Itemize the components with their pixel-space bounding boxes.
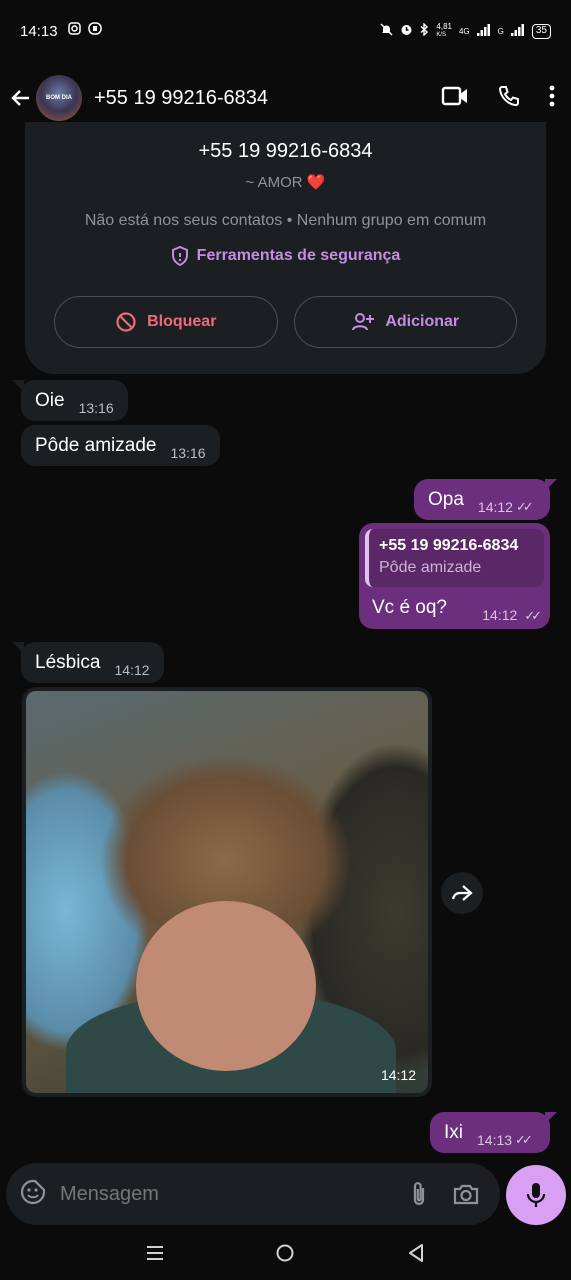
net-speed: 4,81 — [436, 22, 452, 31]
message-text: Oie — [35, 389, 65, 411]
paperclip-icon — [413, 1182, 425, 1206]
add-contact-label: Adicionar — [385, 313, 460, 330]
forward-icon — [451, 885, 473, 901]
mute-icon — [380, 23, 393, 39]
battery-indicator: 35 — [531, 23, 551, 39]
camera-icon — [453, 1184, 479, 1205]
read-receipt-icon: ✓✓ — [515, 1131, 533, 1147]
message-text: Vc é oq? — [372, 597, 447, 618]
info-about: ~ AMOR ❤️ — [245, 174, 326, 191]
message-time: 14:13 — [477, 1131, 513, 1148]
message-time: 13:16 — [78, 399, 114, 416]
microphone-icon — [526, 1183, 546, 1207]
contact-info-card: +55 19 99216-6834 ~ AMOR ❤️ Não está nos… — [25, 122, 546, 374]
signal-icon — [476, 23, 491, 39]
quoted-text: Pôde amizade — [379, 559, 482, 576]
photo-image[interactable]: 14:12 — [26, 691, 428, 1093]
status-bar: 14:13 4,81 K/S 4G G 35 — [0, 0, 571, 62]
network-type-2: G — [497, 26, 504, 36]
message-input[interactable] — [60, 1182, 386, 1206]
quoted-author: +55 19 99216-6834 — [379, 537, 519, 554]
net-unit: K/S — [436, 32, 447, 38]
message-in[interactable]: Lésbica 14:12 — [21, 642, 164, 683]
message-out[interactable]: Ixi 14:13 ✓✓ — [430, 1112, 550, 1153]
sticker-icon — [20, 1179, 46, 1204]
message-in[interactable]: Pôde amizade 13:16 — [21, 425, 220, 466]
message-time: 14:12 — [477, 498, 513, 515]
triangle-back-icon — [409, 1243, 424, 1262]
message-time: 14:12 — [482, 607, 518, 623]
menu-icon — [146, 1245, 163, 1260]
quoted-message[interactable]: +55 19 99216-6834 Pôde amizade — [365, 529, 544, 587]
message-text: Ixi — [444, 1121, 463, 1143]
message-out-reply[interactable]: +55 19 99216-6834 Pôde amizade Vc é oq? … — [359, 523, 550, 629]
photo-shape-face — [136, 901, 316, 1071]
message-meta: 14:12 ✓✓ — [482, 607, 542, 624]
voice-message-button[interactable] — [506, 1165, 566, 1225]
sticker-button[interactable] — [20, 1179, 46, 1210]
chat-title[interactable]: +55 19 99216-6834 — [94, 87, 268, 110]
message-composer — [6, 1163, 500, 1225]
message-time: 14:12 — [380, 1067, 416, 1083]
video-call-button[interactable] — [441, 85, 469, 112]
message-in[interactable]: Oie 13:16 — [21, 380, 128, 421]
info-note: Não está nos seus contatos • Nenhum grup… — [84, 212, 487, 229]
avatar[interactable]: BOM DIA — [36, 75, 82, 121]
video-camera-icon — [441, 86, 467, 105]
safety-tools-link[interactable]: Ferramentas de segurança — [25, 246, 546, 266]
status-time: 14:13 — [20, 22, 58, 40]
image-message[interactable]: 14:12 — [22, 687, 432, 1097]
recents-button[interactable] — [146, 1245, 164, 1266]
home-circle-icon — [276, 1244, 294, 1261]
phone-icon — [498, 85, 519, 106]
message-time: 13:16 — [170, 444, 206, 461]
home-button[interactable] — [275, 1243, 295, 1268]
block-label: Bloquear — [147, 313, 217, 330]
alarm-icon — [400, 23, 413, 39]
system-nav-bar — [0, 1230, 571, 1280]
message-text: Pôde amizade — [35, 434, 157, 456]
bluetooth-icon — [420, 22, 429, 39]
signal-icon-2 — [510, 23, 525, 39]
shield-icon — [171, 246, 188, 266]
more-options-button[interactable] — [549, 85, 555, 112]
arrow-left-icon — [11, 90, 29, 106]
block-button[interactable]: Bloquear — [54, 296, 278, 348]
avatar-text: BOM DIA — [46, 95, 72, 101]
read-receipt-icon: ✓✓ — [524, 608, 542, 623]
instagram-icon — [67, 22, 81, 40]
network-type: 4G — [458, 26, 470, 36]
read-receipt-icon: ✓✓ — [515, 498, 534, 514]
message-time: 14:12 — [114, 661, 150, 678]
camera-button[interactable] — [452, 1182, 480, 1206]
more-vertical-icon — [549, 85, 555, 106]
app-notification-icon — [87, 22, 102, 40]
add-person-icon — [352, 313, 375, 331]
attach-button[interactable] — [408, 1180, 430, 1208]
forward-button[interactable] — [441, 872, 483, 914]
message-text: Opa — [428, 488, 464, 510]
system-back-button[interactable] — [407, 1243, 425, 1268]
safety-tools-label: Ferramentas de segurança — [196, 247, 401, 264]
info-phone: +55 19 99216-6834 — [198, 140, 373, 162]
message-out[interactable]: Opa 14:12 ✓✓ — [414, 479, 550, 520]
message-text: Lésbica — [35, 651, 101, 673]
add-contact-button[interactable]: Adicionar — [293, 296, 517, 348]
block-icon — [116, 312, 136, 332]
voice-call-button[interactable] — [497, 84, 521, 113]
